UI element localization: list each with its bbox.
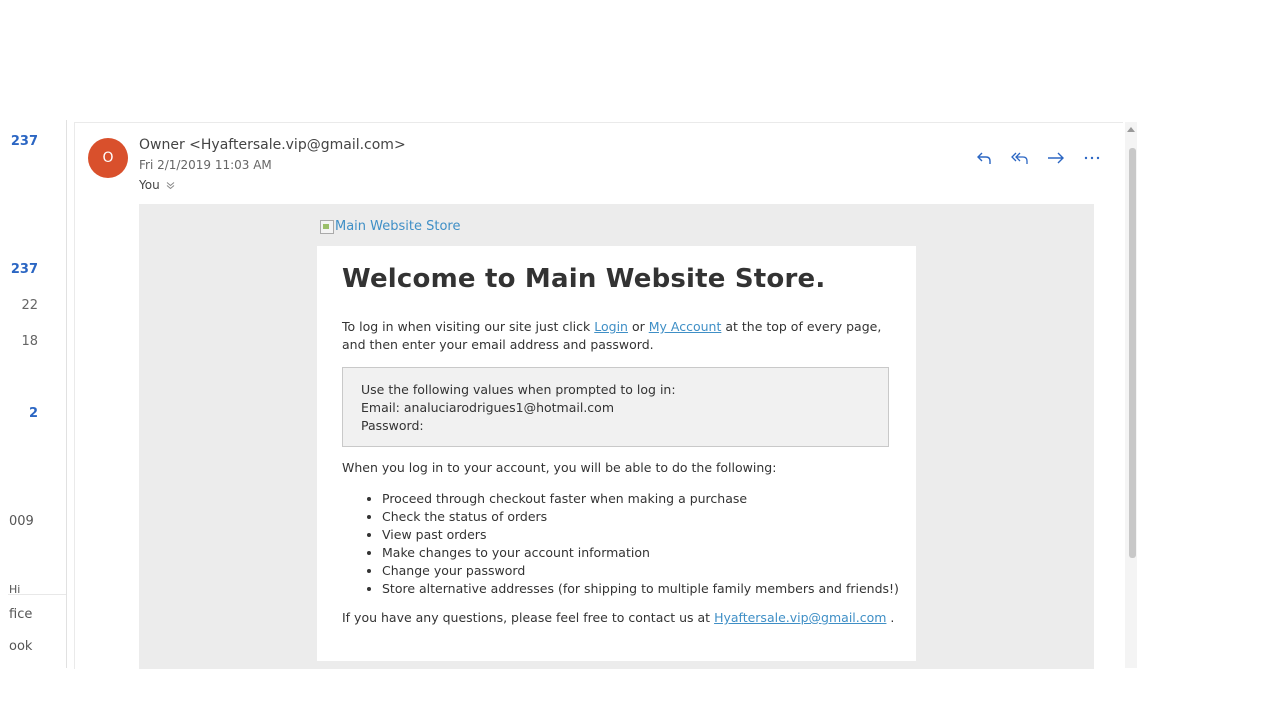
list-item: Proceed through checkout faster when mak… (382, 490, 922, 508)
login-link[interactable]: Login (594, 319, 628, 334)
reply-icon[interactable] (973, 147, 995, 169)
list-item: Check the status of orders (382, 508, 922, 526)
contact-text: If you have any questions, please feel f… (342, 610, 715, 625)
contact-text: . (886, 610, 895, 625)
store-logo[interactable]: Main Website Store (320, 219, 460, 234)
avatar-initial: O (102, 150, 114, 166)
folder-count[interactable]: 237 (11, 134, 38, 149)
email-card: Welcome to Main Website Store. To log in… (317, 246, 916, 661)
email-body: Main Website Store Welcome to Main Websi… (139, 204, 1094, 669)
list-item: View past orders (382, 526, 922, 544)
logo-alt-text: Main Website Store (335, 219, 461, 234)
recipient-name: You (139, 178, 160, 192)
my-account-link[interactable]: My Account (649, 319, 722, 334)
nav-label-fragment[interactable]: fice (9, 607, 32, 622)
contact-email-link[interactable]: Hyaftersale.vip@gmail.com (714, 610, 886, 625)
broken-image-icon (320, 219, 334, 234)
scrollbar-thumb[interactable] (1129, 148, 1136, 558)
reply-all-icon[interactable] (1009, 147, 1031, 169)
intro-text: or (627, 319, 649, 334)
sender[interactable]: Owner <Hyaftersale.vip@gmail.com> (139, 137, 406, 153)
folder-count[interactable]: 18 (21, 334, 38, 349)
expand-recipients-icon[interactable] (166, 181, 175, 190)
avatar[interactable]: O (88, 138, 128, 178)
credentials-password: Password: (361, 418, 424, 433)
folder-label-fragment[interactable]: 009 (9, 514, 34, 529)
list-item: Make changes to your account information (382, 544, 922, 562)
credentials-box: Use the following values when prompted t… (342, 367, 889, 447)
email-title: Welcome to Main Website Store. (342, 264, 826, 294)
list-item: Change your password (382, 562, 922, 580)
benefits-list: Proceed through checkout faster when mak… (342, 490, 922, 598)
nav-label-fragment[interactable]: ook (9, 639, 32, 654)
recipients[interactable]: You (139, 178, 175, 192)
message-datetime: Fri 2/1/2019 11:03 AM (139, 158, 272, 172)
folder-pane: 237 237 22 18 2 009 Hi fice ook (8, 120, 67, 668)
intro-text: To log in when visiting our site just cl… (342, 319, 595, 334)
reading-pane: O Owner <Hyaftersale.vip@gmail.com> Fri … (74, 122, 1123, 669)
list-item: Store alternative addresses (for shippin… (382, 580, 922, 598)
message-actions (973, 147, 1103, 169)
folder-count[interactable]: 2 (29, 406, 38, 421)
folder-divider (8, 594, 66, 595)
folder-count[interactable]: 22 (21, 298, 38, 313)
benefits-intro: When you log in to your account, you wil… (342, 460, 777, 475)
credentials-heading: Use the following values when prompted t… (361, 382, 676, 397)
contact-line: If you have any questions, please feel f… (342, 610, 894, 625)
more-icon[interactable] (1081, 147, 1103, 169)
folder-count[interactable]: 237 (11, 262, 38, 277)
forward-icon[interactable] (1045, 147, 1067, 169)
login-instructions: To log in when visiting our site just cl… (342, 318, 892, 354)
credentials-email: Email: analuciarodrigues1@hotmail.com (361, 400, 615, 415)
scroll-up-icon[interactable] (1127, 127, 1135, 132)
